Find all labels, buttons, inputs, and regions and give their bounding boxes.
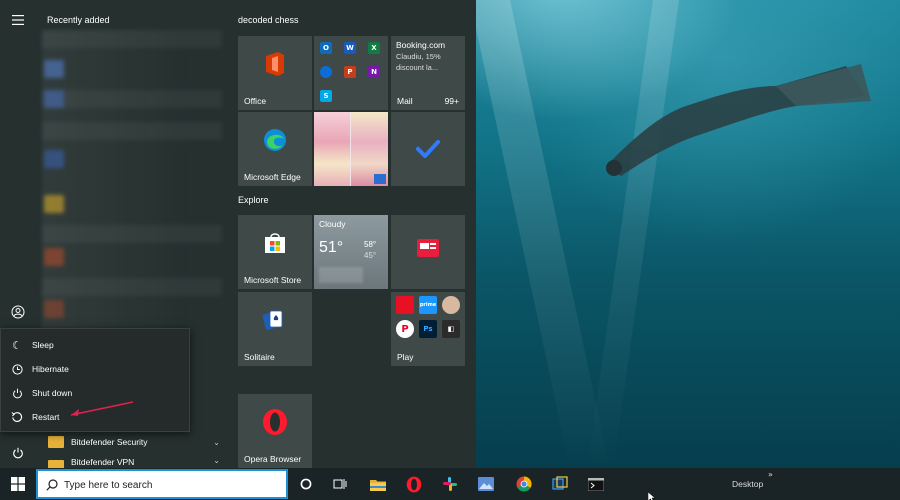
slack-icon[interactable]	[440, 474, 460, 494]
photos-taskbar-icon[interactable]	[476, 474, 496, 494]
onedrive-icon[interactable]	[320, 66, 332, 78]
tile-opera-label: Opera Browser	[244, 454, 302, 464]
tile-edge-label: Microsoft Edge	[244, 172, 301, 182]
group-title-decoded-chess: decoded chess	[238, 15, 299, 25]
mail-booking-line2: discount la...	[396, 63, 439, 72]
photoshop-icon[interactable]: Ps	[419, 320, 437, 338]
chevron-down-icon: ⌄	[213, 456, 220, 465]
news-icon	[417, 239, 439, 258]
tile-office[interactable]: Office	[238, 36, 312, 110]
virtualbox-icon[interactable]	[550, 474, 570, 494]
power-option-hibernate[interactable]: Hibernate	[1, 357, 189, 381]
opera-taskbar-icon[interactable]	[404, 474, 424, 494]
file-explorer-icon[interactable]	[368, 474, 388, 494]
windows-logo-icon	[11, 477, 25, 491]
start-button[interactable]	[0, 468, 36, 500]
folder-icon	[48, 436, 64, 448]
checkmark-icon	[416, 140, 440, 158]
weather-low: 45°	[364, 251, 377, 260]
search-icon	[46, 479, 58, 491]
tile-office-label: Office	[244, 96, 267, 106]
power-option-sleep[interactable]: ☾ Sleep	[1, 333, 189, 357]
tile-office-apps[interactable]: O W X P N S	[314, 36, 388, 110]
tile-mail-label: Mail	[397, 96, 413, 106]
tile-microsoft-edge[interactable]: Microsoft Edge	[238, 112, 312, 186]
mail-unread-count: 99+	[444, 96, 459, 106]
dolby-icon[interactable]: ◧	[442, 320, 460, 338]
start-menu: Recently added decoded chess Office O W …	[0, 0, 476, 468]
outlook-icon[interactable]: O	[320, 42, 332, 54]
tile-todo[interactable]	[391, 112, 465, 186]
power-menu: ☾ Sleep Hibernate Shut down Restart	[0, 328, 190, 432]
moon-icon: ☾	[12, 338, 22, 352]
search-input[interactable]	[64, 476, 274, 494]
skype-icon[interactable]: S	[320, 90, 332, 102]
blurred-app-list	[42, 30, 228, 330]
office-icon	[266, 52, 284, 77]
annotation-arrow	[70, 401, 134, 416]
solitaire-cards-icon	[262, 310, 283, 331]
pinterest-icon[interactable]: P	[396, 320, 414, 338]
photos-app-icon	[374, 174, 386, 184]
tile-mail[interactable]: Booking.com Claudiu, 15% discount la... …	[391, 36, 465, 110]
tile-news[interactable]	[391, 215, 465, 289]
restart-icon	[11, 411, 23, 423]
folder-icon	[48, 460, 64, 468]
tile-solitaire[interactable]: Solitaire	[238, 292, 312, 366]
app-list-item-bitdefender-security[interactable]: Bitdefender Security ⌄	[42, 432, 228, 452]
weather-location-blurred	[319, 267, 363, 283]
taskbar-search-box[interactable]	[36, 469, 288, 499]
hamburger-menu-icon[interactable]	[6, 8, 30, 32]
edge-icon	[264, 129, 286, 152]
cortana-icon[interactable]	[296, 474, 316, 494]
mail-booking-line1: Claudiu, 15%	[396, 52, 441, 61]
power-option-label: Hibernate	[32, 364, 69, 374]
app-list-item-label: Bitdefender VPN	[71, 457, 135, 467]
power-icon	[11, 387, 23, 399]
clock-icon	[11, 363, 23, 375]
taskbar: Desktop »	[0, 468, 900, 500]
opera-icon	[263, 409, 287, 436]
terminal-icon[interactable]	[586, 474, 606, 494]
onenote-icon[interactable]: N	[368, 66, 380, 78]
tile-play-label: Play	[397, 352, 414, 362]
tile-opera-browser[interactable]: Opera Browser	[238, 394, 312, 468]
weather-condition: Cloudy	[319, 219, 346, 229]
tile-photos[interactable]	[314, 112, 388, 186]
store-bag-icon	[265, 233, 285, 254]
chrome-icon[interactable]	[514, 474, 534, 494]
prime-video-icon[interactable]: prime	[419, 296, 437, 314]
diver-image	[606, 64, 871, 176]
app-list-item-bitdefender-vpn[interactable]: Bitdefender VPN ⌄	[42, 456, 228, 468]
mail-booking-title: Booking.com	[396, 40, 446, 50]
chevron-down-icon: ⌄	[213, 437, 220, 447]
tile-microsoft-store[interactable]: Microsoft Store	[238, 215, 312, 289]
weather-high: 58°	[364, 240, 377, 249]
excel-icon[interactable]: X	[368, 42, 380, 54]
word-icon[interactable]: W	[344, 42, 356, 54]
toolbar-overflow-chevron[interactable]: »	[768, 470, 773, 479]
desktop-toolbar-label[interactable]: Desktop	[732, 479, 763, 489]
tile-weather[interactable]: Cloudy 51° 58° 45°	[314, 215, 388, 289]
task-view-icon[interactable]	[330, 474, 350, 494]
photo-collage-left	[314, 112, 350, 186]
app-list-item-label: Bitdefender Security	[71, 437, 148, 447]
roblox-icon[interactable]	[396, 296, 414, 314]
power-option-label: Sleep	[32, 340, 54, 350]
user-account-icon[interactable]	[6, 300, 30, 324]
recently-added-heading: Recently added	[47, 15, 110, 25]
weather-temperature: 51°	[319, 239, 344, 256]
group-title-explore: Explore	[238, 195, 269, 205]
light-ray	[470, 0, 610, 470]
tile-solitaire-label: Solitaire	[244, 352, 275, 362]
game-avatar-icon[interactable]	[442, 296, 460, 314]
power-option-label: Restart	[32, 412, 60, 422]
mouse-cursor-icon	[648, 492, 656, 500]
power-option-label: Shut down	[32, 388, 73, 398]
tile-store-label: Microsoft Store	[244, 275, 302, 285]
tile-play-folder[interactable]: prime P Ps ◧ Play	[391, 292, 465, 366]
powerpoint-icon[interactable]: P	[344, 66, 356, 78]
power-icon[interactable]	[6, 441, 30, 465]
